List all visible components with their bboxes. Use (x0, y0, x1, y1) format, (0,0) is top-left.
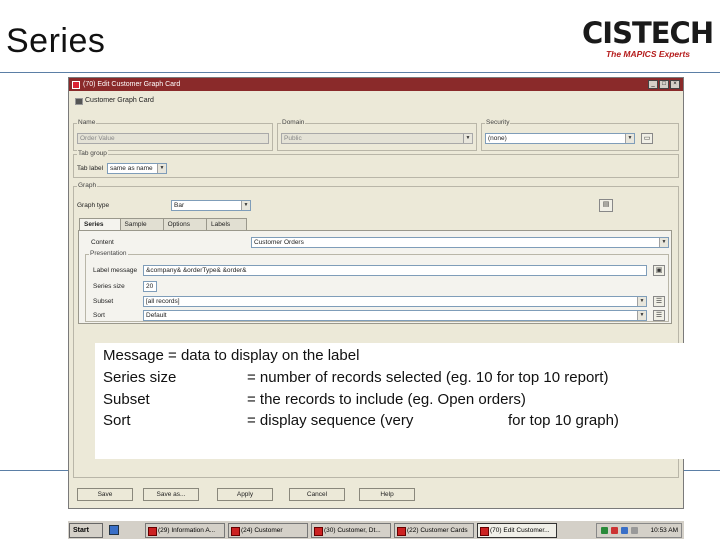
chevron-down-icon: ▼ (157, 164, 166, 173)
footer-accent-line (0, 470, 68, 471)
tab-label-label: Tab label (77, 165, 104, 172)
domain-group-label: Domain (281, 119, 306, 126)
chevron-down-icon: ▼ (241, 201, 250, 210)
graph-card-icon (75, 98, 83, 105)
name-field: Order Value (77, 133, 269, 144)
preview-graph-icon[interactable]: ▤ (599, 199, 613, 212)
subset-select[interactable]: [all records] ▼ (143, 296, 647, 307)
chevron-down-icon: ▼ (625, 134, 634, 143)
content-value: Customer Orders (254, 239, 304, 246)
slide-title: Series (6, 22, 106, 60)
taskbar-item[interactable]: (24) Customer (228, 522, 308, 538)
clock[interactable]: 10:53 AM (651, 527, 678, 534)
maximize-button[interactable]: □ (659, 80, 669, 89)
title-divider (0, 72, 720, 73)
sort-select[interactable]: Default ▼ (143, 310, 647, 321)
start-button[interactable]: Start (69, 522, 103, 538)
subset-value: [all records] (146, 298, 180, 305)
callout-subset-term: Subset (103, 391, 150, 408)
cistech-logo: CISTECH The MAPICS Experts (582, 18, 714, 64)
security-group-label: Security (485, 119, 511, 126)
dialog-button-bar: Save Save as... Apply Cancel Help (69, 482, 683, 504)
cancel-button[interactable]: Cancel (289, 488, 345, 501)
logo-wordmark: CISTECH (582, 16, 714, 50)
messenger-icon[interactable] (621, 527, 628, 534)
security-select[interactable]: (none) ▼ (485, 133, 635, 144)
tab-label-value: same as name (110, 165, 153, 172)
taskbar-item[interactable]: (30) Customer, Dt... (311, 522, 391, 538)
callout-series-size-term: Series size (103, 369, 177, 386)
window-titlebar[interactable]: (70) Edit Customer Graph Card _ □ × (69, 78, 683, 91)
logo-tagline: The MAPICS Experts (605, 49, 691, 59)
graph-group-label: Graph (77, 182, 98, 189)
series-size-label: Series size (93, 283, 125, 290)
close-button[interactable]: × (670, 80, 680, 89)
window-title: (70) Edit Customer Graph Card (83, 81, 181, 88)
internet-explorer-icon[interactable] (109, 525, 119, 535)
label-message-field[interactable]: &company& &orderType& &order& (143, 265, 647, 276)
sort-value: Default (146, 312, 167, 319)
app-icon (72, 80, 80, 89)
content-label: Content (91, 239, 114, 246)
save-button[interactable]: Save (77, 488, 133, 501)
callout-subset-desc: = the records to include (eg. Open order… (247, 391, 526, 408)
graph-type-label: Graph type (77, 202, 110, 209)
explanation-callout: Message = data to display on the label S… (95, 343, 687, 459)
sort-label: Sort (93, 312, 105, 319)
footer-accent-line (684, 470, 720, 471)
domain-select: Public ▼ (281, 133, 473, 144)
security-shield-icon[interactable] (611, 527, 618, 534)
subset-label: Subset (93, 298, 114, 305)
tab-label-select[interactable]: same as name ▼ (107, 163, 167, 174)
callout-sort-desc: = display sequence (very (247, 412, 414, 429)
tab-group-label: Tab group (77, 150, 108, 157)
help-button[interactable]: Help (359, 488, 415, 501)
system-tray: 10:53 AM (596, 523, 682, 538)
callout-series-size-desc: = number of records selected (eg. 10 for… (247, 369, 609, 386)
security-value: (none) (488, 135, 507, 142)
volume-icon[interactable] (631, 527, 638, 534)
callout-sort-term: Sort (103, 412, 131, 429)
subset-edit-icon[interactable]: ☰ (653, 296, 665, 307)
minimize-button[interactable]: _ (648, 80, 658, 89)
save-as-button[interactable]: Save as... (143, 488, 199, 501)
content-select[interactable]: Customer Orders ▼ (251, 237, 669, 248)
apply-button[interactable]: Apply (217, 488, 273, 501)
taskbar-item-active[interactable]: (70) Edit Customer... (477, 522, 557, 538)
network-icon[interactable] (601, 527, 608, 534)
chevron-down-icon: ▼ (463, 134, 472, 143)
series-size-field[interactable]: 20 (143, 281, 157, 292)
taskbar-item[interactable]: (29) Information A... (145, 522, 225, 538)
chevron-down-icon: ▼ (637, 297, 646, 306)
series-tab-panel: Content Customer Orders ▼ Presentation L… (78, 230, 672, 324)
security-edit-icon[interactable]: ▭ (641, 133, 653, 144)
insert-field-icon[interactable]: ▣ (653, 265, 665, 276)
sort-edit-icon[interactable]: ☰ (653, 310, 665, 321)
taskbar-item[interactable]: (22) Customer Cards (394, 522, 474, 538)
callout-sort-desc-tail: for top 10 graph) (508, 412, 619, 429)
windows-taskbar: Start (29) Information A... (24) Custome… (68, 520, 684, 539)
graph-type-select[interactable]: Bar ▼ (171, 200, 251, 211)
domain-value: Public (284, 135, 302, 142)
graph-type-value: Bar (174, 202, 185, 209)
presentation-label: Presentation (89, 250, 128, 257)
label-message-label: Label message (93, 267, 138, 274)
card-toolbar: Customer Graph Card (71, 93, 681, 111)
callout-message-line: Message = data to display on the label (103, 347, 360, 364)
card-type-label: Customer Graph Card (85, 97, 154, 104)
name-group-label: Name (77, 119, 97, 126)
chevron-down-icon: ▼ (637, 311, 646, 320)
chevron-down-icon: ▼ (659, 238, 668, 247)
